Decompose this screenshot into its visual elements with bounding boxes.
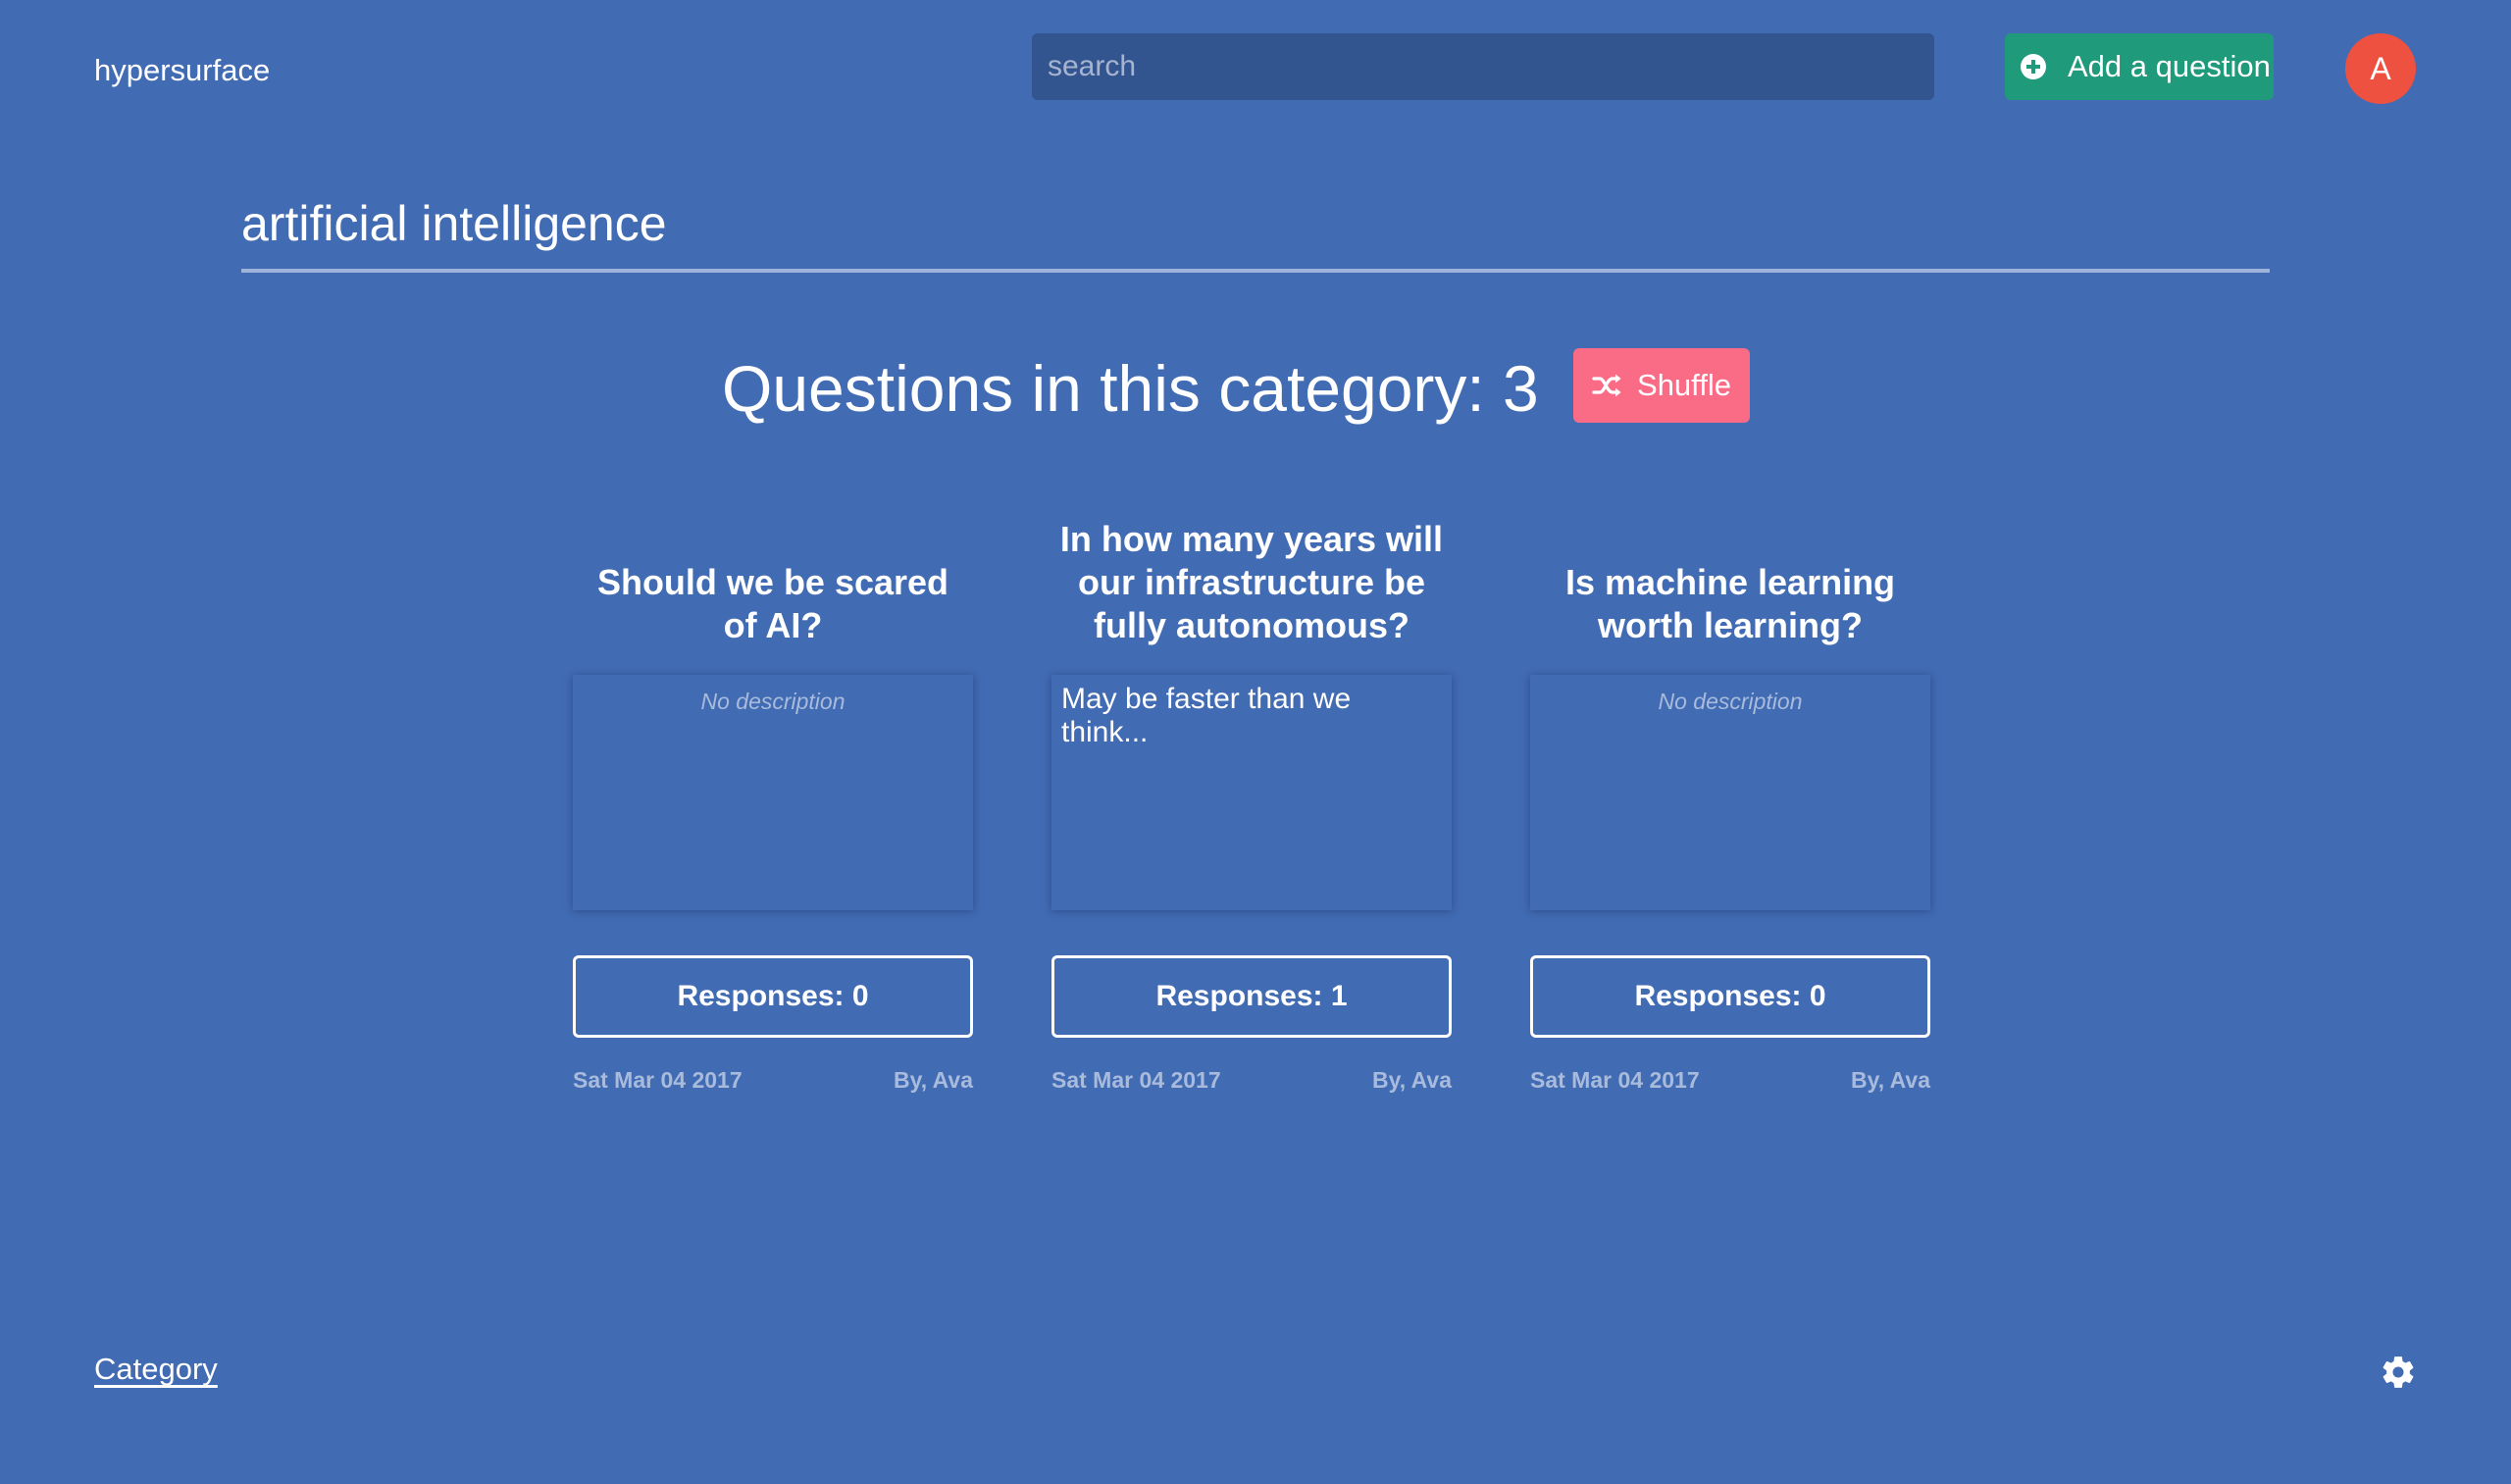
shuffle-label: Shuffle [1637,368,1731,402]
question-date: Sat Mar 04 2017 [1051,1067,1221,1093]
question-description: No description [1530,675,1930,910]
question-title-wrap: Should we be scared of AI? [573,510,973,647]
question-meta: Sat Mar 04 2017 By, Ava [1051,1067,1452,1094]
question-description: May be faster than we think... [1051,675,1452,910]
question-date: Sat Mar 04 2017 [1530,1067,1700,1093]
question-date: Sat Mar 04 2017 [573,1067,743,1093]
category-title: artificial intelligence [241,196,667,251]
question-author: By, Ava [894,1067,973,1093]
description-text: May be faster than we think... [1061,683,1352,748]
responses-button[interactable]: Responses: 0 [573,955,973,1038]
category-divider [241,269,2270,273]
question-author: By, Ava [1851,1067,1930,1093]
category-link[interactable]: Category [94,1352,218,1387]
add-question-button[interactable]: Add a question [2005,33,2274,100]
shuffle-icon [1592,374,1621,397]
brand-logo[interactable]: hypersurface [94,49,270,92]
question-title[interactable]: Should we be scared of AI? [581,561,965,647]
question-title-wrap: Is machine learning worth learning? [1530,510,1930,647]
shuffle-button[interactable]: Shuffle [1573,348,1750,423]
responses-button[interactable]: Responses: 1 [1051,955,1452,1038]
question-title[interactable]: In how many years will our infrastructur… [1059,518,1444,647]
question-meta: Sat Mar 04 2017 By, Ava [573,1067,973,1094]
question-title-wrap: In how many years will our infrastructur… [1051,510,1452,647]
plus-circle-icon [2021,54,2046,79]
question-title[interactable]: Is machine learning worth learning? [1563,561,1897,647]
avatar[interactable]: A [2345,33,2416,104]
responses-button[interactable]: Responses: 0 [1530,955,1930,1038]
gear-icon[interactable] [2380,1354,2417,1391]
search-input[interactable] [1032,33,1934,100]
question-author: By, Ava [1372,1067,1452,1093]
question-description: No description [573,675,973,910]
add-question-label: Add a question [2068,49,2271,83]
description-text: No description [700,689,846,714]
question-meta: Sat Mar 04 2017 By, Ava [1530,1067,1930,1094]
question-count-heading: Questions in this category: 3 [722,352,1539,425]
description-text: No description [1658,689,1803,714]
